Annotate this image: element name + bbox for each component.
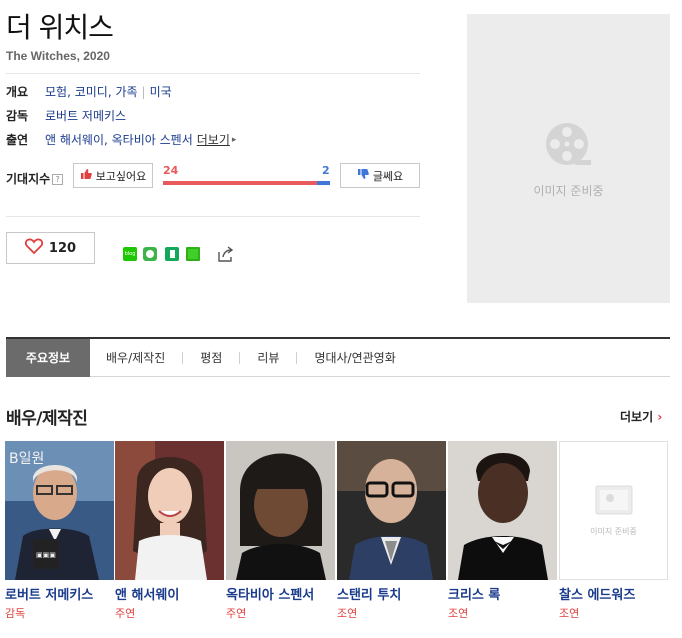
cast-name[interactable]: 옥타비아 스펜서 — [226, 584, 335, 603]
cast-row: 출연 앤 해서웨이, 옥타비아 스펜서 더보기 ▸ — [6, 131, 236, 148]
want-to-see-label: 보고싶어요 — [95, 169, 147, 183]
share-icon[interactable] — [217, 246, 234, 263]
cast-card[interactable]: 스탠리 투치 조연 — [337, 441, 446, 621]
director-label: 감독 — [6, 109, 29, 123]
svg-text:▣▣▣: ▣▣▣ — [36, 551, 56, 559]
chevron-right-icon: ▸ — [231, 134, 237, 145]
cast-card[interactable]: 크리스 록 조연 — [448, 441, 557, 621]
poster-placeholder-text: 이미지 준비중 — [533, 184, 604, 198]
want-to-see-button[interactable]: 보고싶어요 — [73, 163, 153, 188]
band-icon[interactable] — [143, 247, 157, 261]
like-button[interactable]: 120 — [6, 232, 95, 264]
heart-icon — [24, 238, 43, 258]
expectation-bar — [163, 181, 330, 185]
country-link[interactable]: 미국 — [150, 83, 172, 100]
blog-icon[interactable]: blog — [123, 247, 137, 261]
tab-main-info[interactable]: 주요정보 — [6, 338, 90, 377]
tab-quotes-related[interactable]: 명대사/연관영화 — [314, 339, 395, 377]
cast-card[interactable]: B일원 ▣▣▣ 로버트 저메키스 감독 — [5, 441, 114, 621]
director-link[interactable]: 로버트 저메키스 — [45, 107, 126, 124]
expectation-bar-fill — [163, 181, 317, 185]
meh-count: 2 — [322, 164, 330, 177]
cast-name[interactable]: 로버트 저메키스 — [5, 584, 114, 603]
cast-card[interactable]: 앤 해서웨이 주연 — [115, 441, 224, 621]
tab-cast-crew[interactable]: 배우/제작진 — [106, 339, 165, 377]
chevron-right-icon: › — [657, 410, 663, 424]
cast-more-link[interactable]: 더보기 › — [620, 408, 662, 425]
cast-link[interactable]: 앤 해서웨이, 옥타비아 스펜서 — [45, 131, 193, 148]
thumb-down-icon — [357, 168, 369, 183]
thumb-up-icon — [80, 168, 92, 183]
page-title: 더 위치스 — [6, 11, 114, 44]
poster-placeholder: 이미지 준비중 — [467, 14, 670, 303]
cast-role: 조연 — [448, 607, 469, 620]
tab-divider — [239, 351, 241, 364]
meh-button[interactable]: 글쎄요 — [340, 163, 420, 188]
film-reel-icon — [545, 122, 593, 174]
cast-photo[interactable] — [226, 441, 335, 580]
genre-link[interactable]: 모험, 코미디, 가족 — [45, 83, 138, 100]
cast-name[interactable]: 앤 해서웨이 — [115, 584, 224, 603]
cast-photo[interactable] — [448, 441, 557, 580]
cast-card[interactable]: 옥타비아 스펜서 주연 — [226, 441, 335, 621]
cast-photo[interactable] — [337, 441, 446, 580]
cast-label: 출연 — [6, 133, 29, 147]
tab-review[interactable]: 리뷰 — [257, 339, 279, 377]
cast-photo-placeholder[interactable]: 이미지 준비중 — [559, 441, 668, 580]
tab-divider — [296, 351, 298, 364]
cast-role: 조연 — [337, 607, 358, 620]
expectation-label: 기대지수? — [6, 170, 64, 187]
tab-divider — [182, 351, 184, 364]
cast-name[interactable]: 크리스 록 — [448, 584, 557, 603]
question-icon[interactable]: ? — [52, 174, 64, 185]
cast-name[interactable]: 찰스 에드워즈 — [559, 584, 668, 603]
photo-placeholder-text: 이미지 준비중 — [590, 526, 637, 536]
tab-bar: 주요정보 배우/제작진 평점 리뷰 명대사/연관영화 — [6, 338, 670, 377]
cast-photo[interactable]: B일원 ▣▣▣ — [5, 441, 114, 580]
cast-more-link[interactable]: 더보기 — [197, 131, 230, 148]
photo-placeholder-icon: 이미지 준비중 — [590, 485, 637, 536]
movie-subtitle: The Witches, 2020 — [6, 49, 110, 63]
like-count: 120 — [48, 240, 77, 256]
director-row: 감독 로버트 저메키스 — [6, 107, 126, 124]
cast-card[interactable]: 이미지 준비중 찰스 에드워즈 조연 — [559, 441, 668, 621]
cast-role: 주연 — [226, 607, 247, 620]
meh-label: 글쎄요 — [372, 169, 404, 183]
want-count: 24 — [163, 164, 179, 177]
photo-sign-text: B일원 — [9, 451, 44, 467]
divider — [6, 216, 420, 217]
cast-role: 주연 — [115, 607, 136, 620]
overview-label: 개요 — [6, 85, 29, 99]
cast-section-title: 배우/제작진 — [6, 409, 88, 429]
bookmark-icon[interactable] — [165, 247, 179, 261]
cast-role: 조연 — [559, 607, 580, 620]
divider — [6, 73, 420, 74]
overview-row: 개요 모험, 코미디, 가족 | 미국 — [6, 83, 172, 100]
tab-rating[interactable]: 평점 — [200, 339, 222, 377]
cast-name[interactable]: 스탠리 투치 — [337, 584, 446, 603]
line-icon[interactable] — [186, 247, 200, 261]
cast-role: 감독 — [5, 607, 26, 620]
cast-photo[interactable] — [115, 441, 224, 580]
